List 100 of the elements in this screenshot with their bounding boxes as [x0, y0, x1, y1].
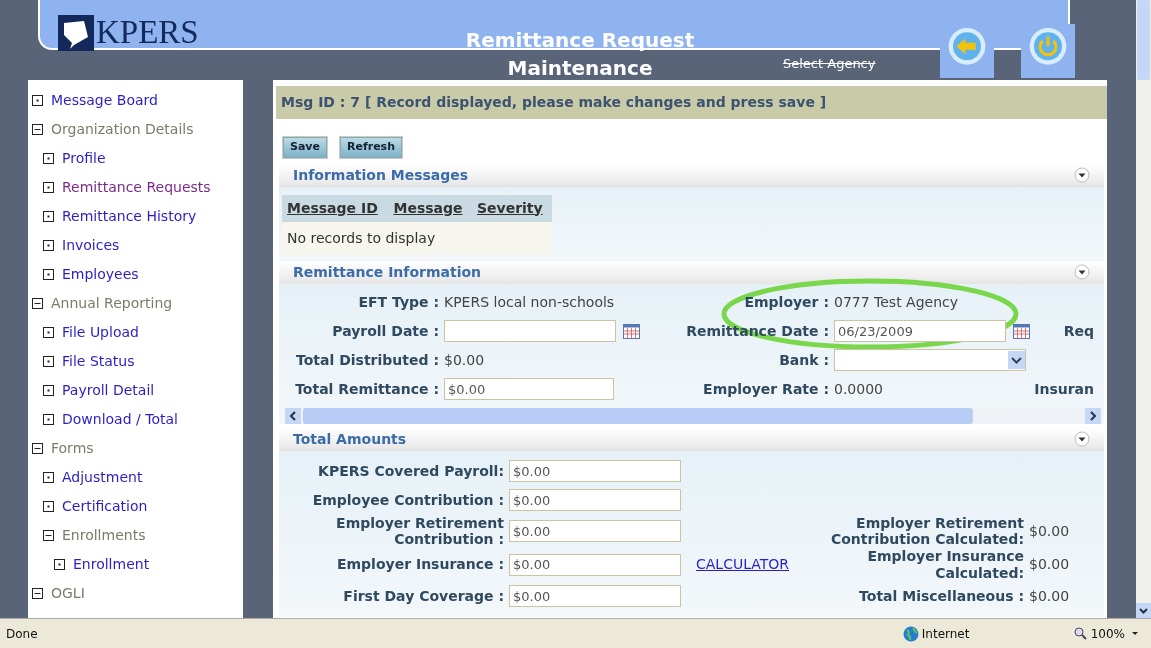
date-field[interactable] [444, 320, 616, 342]
text-field[interactable]: $0.00 [509, 553, 681, 576]
field-label: Bank : [778, 350, 830, 370]
action-button[interactable]: Refresh [340, 137, 402, 158]
scroll-thumb-icon[interactable] [1136, 0, 1151, 80]
collapse-icon[interactable] [32, 443, 43, 454]
field-value: 0.0000 [834, 379, 884, 399]
text-field[interactable]: $0.00 [444, 378, 614, 400]
field-label: Total Miscellaneous : [858, 586, 1025, 606]
column-header[interactable]: Message [388, 194, 472, 222]
page-icon [43, 472, 54, 483]
field-value: KPERS local non-schools [444, 292, 616, 312]
logo-text: KPERS [96, 13, 199, 52]
logo-icon [58, 14, 94, 51]
page-icon [43, 240, 54, 251]
tree-group-label[interactable]: Forms [51, 438, 94, 459]
sidebar-link[interactable]: Profile [62, 148, 106, 169]
page-title: Remittance Request Maintenance [464, 27, 696, 82]
zoom-level[interactable]: 100% [1090, 624, 1125, 643]
collapse-icon[interactable] [32, 124, 43, 135]
tree-group-label[interactable]: Enrollments [62, 525, 146, 546]
page-icon [32, 95, 43, 106]
sidebar-link[interactable]: Adjustment [62, 467, 143, 488]
collapse-icon[interactable] [32, 588, 43, 599]
calendar-icon[interactable] [623, 323, 640, 339]
zone-label: Internet [921, 625, 970, 643]
field-label: Employer Retirement Contribution : [335, 514, 505, 549]
text-field[interactable]: $0.00 [509, 585, 681, 608]
action-button[interactable]: Save [283, 137, 327, 158]
page-icon [43, 269, 54, 280]
select-agency-link[interactable]: Select Agency [783, 54, 876, 74]
scroll-down-icon[interactable] [1136, 603, 1151, 618]
horizontal-scrollbar[interactable] [285, 407, 1101, 424]
tree-group-label[interactable]: Organization Details [51, 119, 194, 140]
message-bar: Msg ID : 7 [ Record displayed, please make changes and press save ] [276, 86, 1107, 119]
field-value: $0.00 [444, 350, 486, 370]
sidebar-link[interactable]: Message Board [51, 90, 158, 111]
sidebar-link[interactable]: Employees [62, 264, 139, 285]
sidebar-link[interactable]: Enrollment [73, 554, 150, 575]
page-icon [54, 559, 65, 570]
field-label: Employer Rate : [702, 379, 830, 399]
sidebar-link[interactable]: Remittance Requests [62, 177, 211, 198]
text-field[interactable]: $0.00 [509, 460, 681, 482]
field-label: Total Remittance : [294, 379, 440, 399]
text-field[interactable]: $0.00 [509, 489, 681, 511]
field-label: Employer Insurance : [335, 555, 505, 575]
page-icon [43, 501, 54, 512]
sidebar-link[interactable]: File Upload [62, 322, 139, 343]
empty-message: No records to display [282, 221, 552, 255]
page-icon [43, 182, 54, 193]
field-label: Payroll Date : [331, 321, 440, 341]
collapse-icon[interactable] [43, 530, 54, 541]
text-field[interactable]: $0.00 [509, 520, 681, 543]
field-label: Employer : [743, 292, 830, 312]
sidebar-link[interactable]: Download / Total [62, 409, 178, 430]
calendar-icon[interactable] [1013, 323, 1030, 339]
field-value: $0.00 [1029, 586, 1071, 606]
column-header[interactable]: Severity [471, 194, 552, 222]
field-label: KPERS Covered Payroll: [317, 461, 505, 481]
section-title: Remittance Information [293, 262, 482, 282]
sidebar-link[interactable]: File Status [62, 351, 135, 372]
sidebar-link[interactable]: Payroll Detail [62, 380, 155, 401]
tree-group-label[interactable]: OGLI [51, 583, 85, 604]
vertical-scrollbar[interactable] [1136, 0, 1151, 618]
page-icon [43, 211, 54, 222]
sidebar-link[interactable]: Certification [62, 496, 148, 517]
scrollbar-thumb[interactable] [303, 407, 973, 424]
sidebar-link[interactable]: Invoices [62, 235, 120, 256]
field-value: $0.00 [1029, 521, 1071, 541]
collapse-icon[interactable] [1074, 264, 1090, 280]
status-text: Done [6, 625, 38, 643]
collapse-icon[interactable] [32, 298, 43, 309]
page-icon [43, 327, 54, 338]
zoom-icon[interactable] [1074, 627, 1088, 640]
section-title: Total Amounts [293, 429, 407, 449]
field-label: Req [1062, 321, 1095, 341]
globe-icon [902, 625, 919, 642]
field-label: Employer Insurance Calculated: [866, 548, 1025, 582]
field-value: $0.00 [1029, 555, 1071, 575]
page-icon [43, 153, 54, 164]
date-field[interactable]: 06/23/2009 [834, 320, 1006, 342]
tree-group-label[interactable]: Annual Reporting [51, 293, 173, 314]
section-title: Information Messages [293, 165, 469, 185]
field-value: 0777 Test Agency [834, 292, 960, 312]
page-icon [43, 414, 54, 425]
page-icon [43, 385, 54, 396]
field-label: Employer Retirement Contribution Calculated: [829, 514, 1025, 549]
scroll-left-icon[interactable] [285, 407, 301, 424]
column-header[interactable]: Message ID [282, 194, 389, 222]
field-label: First Day Coverage : [342, 586, 505, 606]
field-label: Employee Contribution : [311, 490, 505, 510]
field-label: Total Distributed : [295, 350, 440, 370]
sidebar-link[interactable]: Remittance History [62, 206, 197, 227]
page-icon [43, 356, 54, 367]
scroll-right-icon[interactable] [1085, 407, 1101, 424]
collapse-icon[interactable] [1074, 167, 1090, 183]
field-label: EFT Type : [357, 292, 440, 312]
calculator-link[interactable]: CALCULATOR [684, 554, 790, 576]
collapse-icon[interactable] [1074, 431, 1090, 447]
dropdown-field[interactable] [834, 349, 1026, 371]
